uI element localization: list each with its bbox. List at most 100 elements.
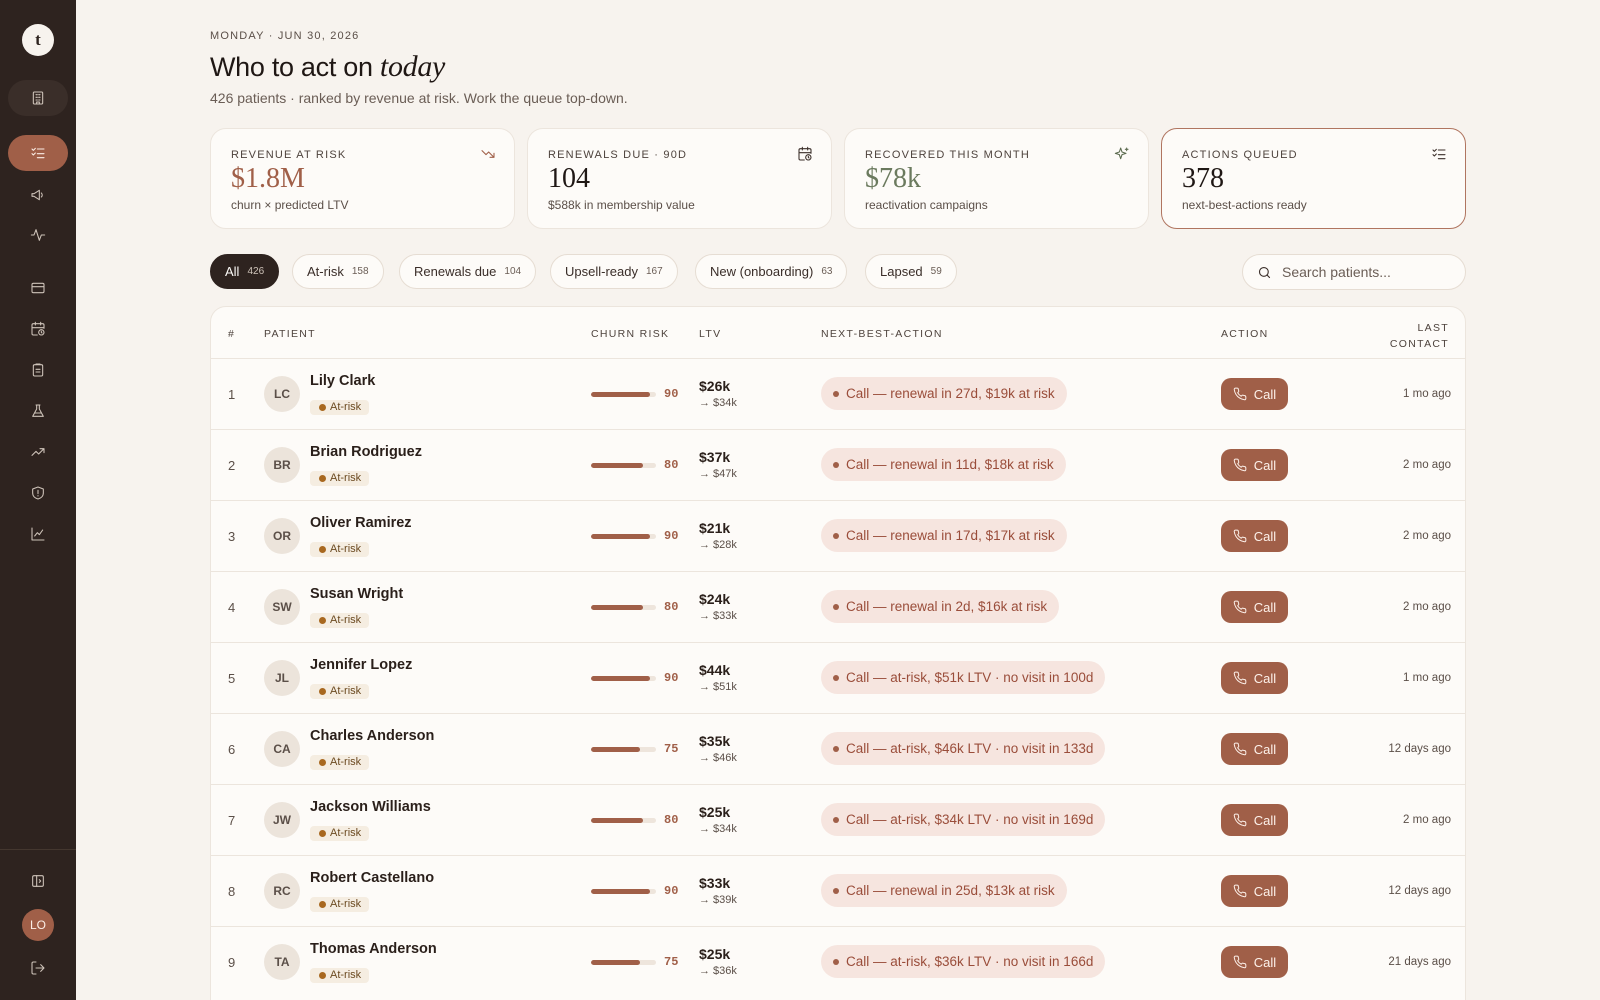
call-button[interactable]: Call	[1221, 804, 1288, 836]
patient-name[interactable]: Robert Castellano	[310, 870, 434, 886]
patient-search[interactable]	[1242, 254, 1466, 290]
filter-chip-renewals-due[interactable]: Renewals due 104	[399, 254, 537, 289]
next-best-action-pill[interactable]: Call — renewal in 17d, $17k at risk	[821, 519, 1067, 552]
chip-label: Lapsed	[880, 264, 923, 279]
call-button-label: Call	[1253, 528, 1277, 544]
filter-chip-new-onboarding[interactable]: New (onboarding) 63	[695, 254, 848, 289]
table-row[interactable]: 6 CA Charles Anderson At-risk 75 $35k → …	[211, 713, 1465, 784]
nav-scheduling[interactable]	[8, 311, 68, 347]
patient-queue-table: # PATIENT CHURN RISK LTV NEXT-BEST-ACTIO…	[210, 306, 1466, 1000]
header-next-best-action: NEXT-BEST-ACTION	[821, 328, 943, 340]
next-best-action-pill[interactable]: Call — at-risk, $51k LTV · no visit in 1…	[821, 661, 1106, 694]
kpi-recovered-this-month[interactable]: RECOVERED THIS MONTH $78k reactivation c…	[844, 128, 1149, 229]
header-ltv[interactable]: LTV	[699, 328, 721, 340]
ltv-value: $44k	[699, 662, 731, 678]
churn-risk-bar	[591, 392, 656, 397]
nav-growth[interactable]	[8, 434, 68, 470]
call-button[interactable]: Call	[1221, 875, 1288, 907]
nav-clipboard[interactable]	[8, 352, 68, 388]
churn-risk-bar	[591, 960, 656, 965]
call-button-label: Call	[1253, 457, 1277, 473]
phone-icon	[1233, 387, 1247, 401]
kpi-label: REVENUE AT RISK	[231, 149, 347, 161]
patient-name[interactable]: Brian Rodriguez	[310, 444, 422, 460]
ltv-projection: → $28k	[699, 539, 737, 551]
status-badge: At-risk	[310, 613, 370, 628]
nav-campaigns[interactable]	[8, 177, 68, 213]
sidebar: t LO	[0, 0, 76, 1000]
log-out-icon	[31, 961, 45, 975]
header-churn-risk[interactable]: CHURN RISK	[591, 328, 669, 340]
patient-name[interactable]: Susan Wright	[310, 586, 403, 602]
next-best-action-pill[interactable]: Call — renewal in 11d, $18k at risk	[821, 448, 1066, 481]
logout-button[interactable]	[8, 950, 68, 986]
table-row[interactable]: 2 BR Brian Rodriguez At-risk 80 $37k → $…	[211, 429, 1465, 500]
next-best-action-pill[interactable]: Call — renewal in 27d, $19k at risk	[821, 377, 1067, 410]
panel-left-icon	[32, 875, 44, 887]
call-button[interactable]: Call	[1221, 733, 1288, 765]
kpi-actions-queued[interactable]: ACTIONS QUEUED 378 next-best-actions rea…	[1161, 128, 1466, 229]
app-logo[interactable]: t	[22, 24, 54, 56]
patient-name[interactable]: Thomas Anderson	[310, 941, 437, 957]
search-input[interactable]	[1282, 264, 1452, 280]
call-button[interactable]: Call	[1221, 662, 1288, 694]
patient-name[interactable]: Jackson Williams	[310, 799, 431, 815]
churn-risk-score: 90	[664, 529, 679, 543]
phone-icon	[1233, 813, 1247, 827]
table-row[interactable]: 7 JW Jackson Williams At-risk 80 $25k → …	[211, 784, 1465, 855]
header-rank: #	[228, 328, 236, 340]
patient-name[interactable]: Oliver Ramirez	[310, 515, 412, 531]
churn-risk-bar	[591, 676, 656, 681]
table-row[interactable]: 4 SW Susan Wright At-risk 80 $24k → $33k…	[211, 571, 1465, 642]
chip-count: 104	[504, 266, 522, 277]
kpi-renewals-due[interactable]: RENEWALS DUE · 90D 104 $588k in membersh…	[527, 128, 832, 229]
table-row[interactable]: 8 RC Robert Castellano At-risk 90 $33k →…	[211, 855, 1465, 926]
header-action: ACTION	[1221, 328, 1269, 340]
filter-chip-all[interactable]: All 426	[210, 254, 280, 289]
chip-label: New (onboarding)	[710, 264, 814, 279]
table-row[interactable]: 1 LC Lily Clark At-risk 90 $26k → $34k C…	[211, 358, 1465, 429]
nav-building[interactable]	[8, 80, 68, 116]
user-avatar[interactable]: LO	[22, 909, 54, 941]
table-row[interactable]: 9 TA Thomas Anderson At-risk 75 $25k → $…	[211, 926, 1465, 997]
header-patient[interactable]: PATIENT	[264, 328, 316, 340]
next-best-action-pill[interactable]: Call — renewal in 25d, $13k at risk	[821, 874, 1067, 907]
table-row[interactable]: 5 JL Jennifer Lopez At-risk 90 $44k → $5…	[211, 642, 1465, 713]
row-rank: 1	[228, 387, 236, 402]
call-button[interactable]: Call	[1221, 378, 1288, 410]
sidebar-collapse-toggle[interactable]	[8, 863, 68, 899]
next-best-action-pill[interactable]: Call — renewal in 2d, $16k at risk	[821, 590, 1060, 623]
last-contact: 2 mo ago	[1403, 459, 1451, 471]
nav-billing[interactable]	[8, 270, 68, 306]
patient-name[interactable]: Charles Anderson	[310, 728, 434, 744]
table-row[interactable]: 3 OR Oliver Ramirez At-risk 90 $21k → $2…	[211, 500, 1465, 571]
nav-action-queue[interactable]	[8, 135, 68, 171]
building-icon	[32, 91, 44, 105]
status-badge: At-risk	[310, 684, 370, 699]
patient-name[interactable]: Jennifer Lopez	[310, 657, 412, 673]
header-last-contact[interactable]: LAST CONTACT	[1390, 320, 1449, 352]
patient-name[interactable]: Lily Clark	[310, 373, 375, 389]
row-rank: 7	[228, 813, 236, 828]
nav-labs[interactable]	[8, 393, 68, 429]
churn-risk-bar-fill	[591, 605, 643, 610]
last-contact: 1 mo ago	[1403, 388, 1451, 400]
call-button[interactable]: Call	[1221, 591, 1288, 623]
kpi-revenue-at-risk[interactable]: REVENUE AT RISK $1.8M churn × predicted …	[210, 128, 515, 229]
next-best-action-pill[interactable]: Call — at-risk, $46k LTV · no visit in 1…	[821, 732, 1106, 765]
churn-risk-bar	[591, 534, 656, 539]
filter-chip-upsell-ready[interactable]: Upsell-ready 167	[550, 254, 678, 289]
call-button[interactable]: Call	[1221, 449, 1288, 481]
call-button[interactable]: Call	[1221, 946, 1288, 978]
churn-risk-score: 90	[664, 387, 679, 401]
churn-risk-bar	[591, 889, 656, 894]
nav-activity[interactable]	[8, 217, 68, 253]
nav-analytics[interactable]	[8, 516, 68, 552]
nav-compliance[interactable]	[8, 475, 68, 511]
call-button[interactable]: Call	[1221, 520, 1288, 552]
next-best-action-pill[interactable]: Call — at-risk, $36k LTV · no visit in 1…	[821, 945, 1106, 978]
next-best-action-pill[interactable]: Call — at-risk, $34k LTV · no visit in 1…	[821, 803, 1106, 836]
page-title-emphasis: today	[379, 50, 446, 83]
filter-chip-at-risk[interactable]: At-risk 158	[292, 254, 384, 289]
filter-chip-lapsed[interactable]: Lapsed 59	[865, 254, 957, 289]
